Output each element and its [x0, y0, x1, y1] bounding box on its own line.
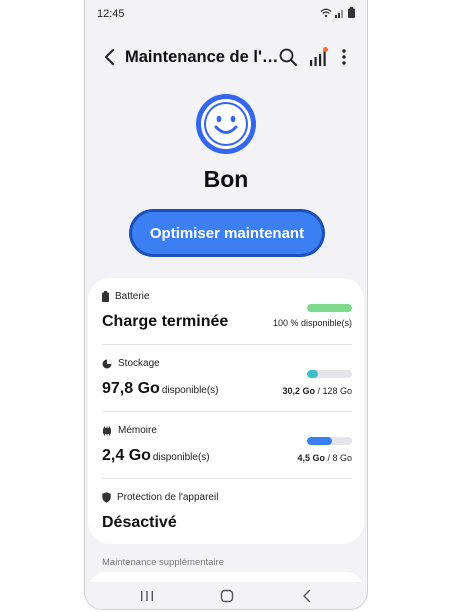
memory-amount: 2,4 Go [102, 447, 151, 464]
memory-suffix: disponible(s) [152, 452, 210, 463]
wifi-icon [320, 8, 332, 17]
home-icon[interactable] [217, 586, 237, 606]
memory-label: Mémoire [118, 425, 157, 436]
divider [102, 478, 352, 479]
search-icon[interactable] [277, 46, 299, 68]
cell-signal-icon [335, 9, 343, 18]
nav-back-icon[interactable] [297, 586, 317, 606]
storage-bar [307, 370, 352, 378]
storage-item[interactable]: Stockage 97,8 Go disponible(s) 30,2 Go / … [102, 358, 352, 410]
storage-value: 97,8 Go disponible(s) [102, 380, 219, 398]
divider [102, 344, 352, 345]
storage-suffix: disponible(s) [161, 385, 219, 396]
battery-value: Charge terminée [102, 313, 229, 330]
phone-screen: 12:45 Maintenance de l'… Bon Optimiser m… [84, 0, 368, 610]
storage-label: Stockage [118, 358, 160, 369]
memory-usage: 4,5 Go / 8 Go [297, 453, 352, 463]
divider [102, 411, 352, 412]
memory-bar-fill [307, 437, 333, 445]
memory-used: 4,5 Go [297, 453, 325, 463]
device-status: Bon [203, 166, 249, 192]
signal-bars-icon[interactable] [307, 46, 329, 68]
battery-item[interactable]: Batterie Charge terminée 100 % disponibl… [102, 291, 352, 343]
memory-chip-icon [103, 426, 111, 435]
navigation-bar [85, 582, 367, 609]
more-icon[interactable] [337, 46, 351, 68]
app-bar: Maintenance de l'… [85, 40, 367, 74]
memory-total: / 8 Go [327, 453, 352, 463]
status-bar: 12:45 [85, 0, 367, 28]
section-header: Maintenance supplémentaire [102, 557, 224, 568]
smiley-icon [196, 94, 256, 154]
optimize-now-button[interactable]: Optimiser maintenant [132, 212, 322, 254]
battery-bar-fill [307, 304, 352, 312]
battery-status-icon [348, 7, 355, 18]
protection-value: Désactivé [102, 514, 177, 531]
status-icons [320, 7, 355, 18]
protection-item[interactable]: Protection de l'appareil Désactivé [102, 492, 352, 538]
storage-used: 30,2 Go [282, 386, 315, 396]
protection-label: Protection de l'appareil [117, 492, 219, 503]
memory-item[interactable]: Mémoire 2,4 Go disponible(s) 4,5 Go / 8 G… [102, 425, 352, 477]
status-time: 12:45 [97, 8, 125, 20]
battery-label: Batterie [115, 291, 150, 302]
memory-value: 2,4 Go disponible(s) [102, 447, 210, 465]
storage-pie-icon [102, 359, 112, 368]
battery-available: 100 % disponible(s) [272, 318, 352, 328]
page-title: Maintenance de l'… [125, 48, 279, 66]
battery-bar [307, 304, 352, 312]
recents-icon[interactable] [137, 586, 157, 606]
back-arrow-icon[interactable] [99, 46, 121, 68]
memory-bar [307, 437, 352, 445]
storage-usage: 30,2 Go / 128 Go [282, 386, 352, 396]
battery-icon [102, 291, 109, 302]
maintenance-card: Batterie Charge terminée 100 % disponibl… [88, 278, 364, 544]
storage-total: / 128 Go [317, 386, 352, 396]
storage-bar-fill [307, 370, 318, 378]
shield-icon [102, 492, 111, 503]
storage-amount: 97,8 Go [102, 380, 160, 397]
